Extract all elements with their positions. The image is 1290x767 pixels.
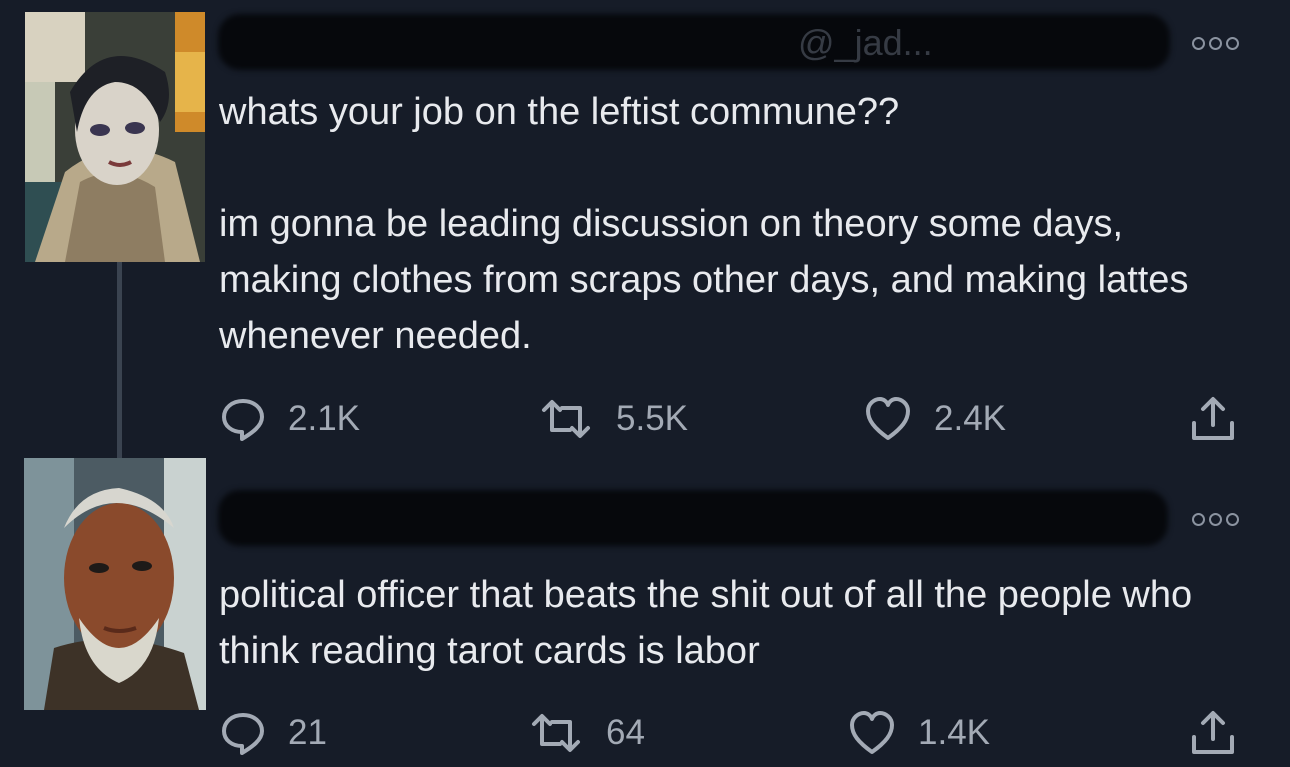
like-button[interactable]: 2.4K [864,394,1006,444]
avatar-painting [24,458,206,710]
more-options-button[interactable] [1192,32,1244,54]
like-icon [850,711,894,754]
like-count: 2.4K [934,399,1006,438]
tweet-text: whats your job on the leftist commune?? … [219,91,1189,357]
redacted-user-name [218,490,1168,546]
reply-icon [222,713,264,755]
tweet-text: political officer that beats the shit ou… [219,574,1193,672]
reply-icon [222,399,264,441]
reply-button[interactable]: 2.1K [220,394,360,444]
more-icon [1226,512,1239,526]
like-icon [866,397,910,440]
like-button[interactable]: 1.4K [848,708,990,758]
share-button[interactable] [1188,708,1238,758]
tweet-actions: 21 64 1.4K [218,708,1248,758]
avatar[interactable] [24,458,206,710]
tweet-header [218,490,1270,550]
more-icon [1226,36,1239,50]
tweet[interactable]: political officer that beats the shit ou… [0,458,1290,767]
reply-button[interactable]: 21 [220,708,327,758]
reply-count: 21 [288,713,327,752]
tweet-header: @_jad... [218,14,1270,74]
more-icon [1192,36,1205,50]
retweet-icon [542,400,590,438]
retweet-count: 5.5K [616,399,688,438]
tweet[interactable]: @_jad... whats your job on the leftist c… [0,0,1290,460]
more-icon [1209,36,1222,50]
retweet-icon [532,714,580,752]
redacted-user-name [218,14,1170,70]
avatar[interactable] [25,12,205,262]
more-options-button[interactable] [1192,508,1244,530]
thread-line [117,262,122,458]
user-handle[interactable]: @_jad... [798,22,933,64]
avatar-painting [25,12,205,262]
more-icon [1192,512,1205,526]
like-count: 1.4K [918,713,990,752]
reply-count: 2.1K [288,399,360,438]
twitter-thread-screen: @_jad... whats your job on the leftist c… [0,0,1290,767]
share-button[interactable] [1188,394,1238,444]
retweet-button[interactable]: 5.5K [538,394,688,444]
retweet-button[interactable]: 64 [528,708,645,758]
share-icon [1192,711,1234,754]
retweet-count: 64 [606,713,645,752]
more-icon [1209,512,1222,526]
share-icon [1192,397,1234,440]
tweet-actions: 2.1K 5.5K 2.4K [218,394,1248,444]
